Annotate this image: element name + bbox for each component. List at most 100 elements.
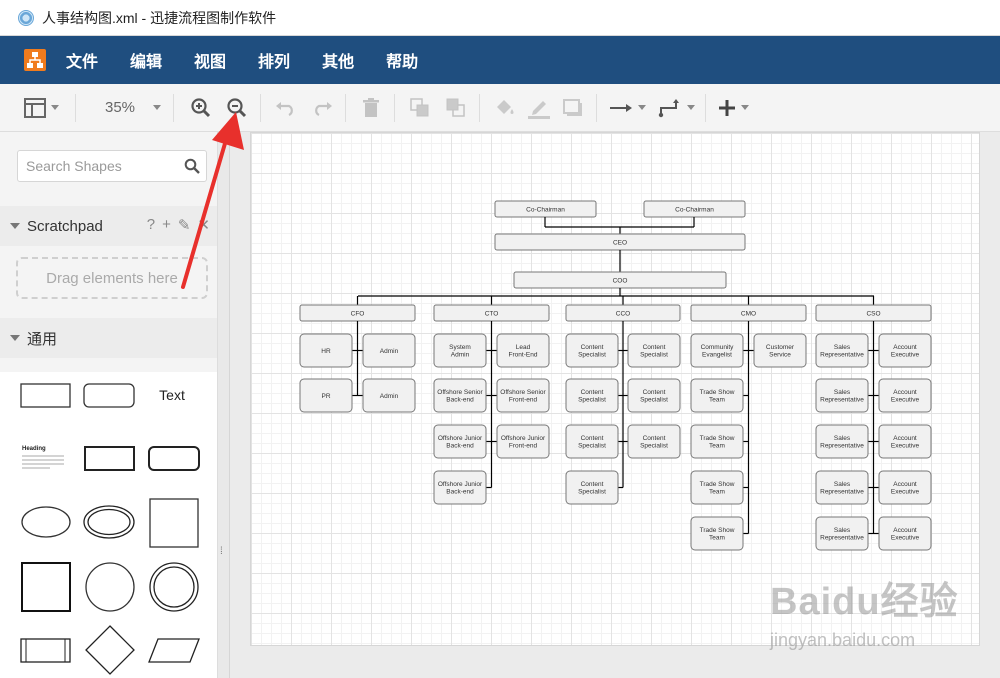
shape-rectangle[interactable] (20, 383, 71, 408)
undo-button[interactable] (273, 94, 299, 122)
shape-bold-rectangle[interactable] (84, 446, 135, 471)
general-section-header[interactable]: 通用 (0, 318, 217, 358)
role-node[interactable]: HR (299, 333, 353, 368)
add-icon[interactable]: + (162, 216, 171, 234)
dept-node-cto[interactable]: CTO (433, 304, 550, 322)
role-node[interactable]: Admin (362, 378, 416, 413)
shape-rounded-rectangle[interactable] (83, 383, 135, 408)
shadow-button[interactable] (560, 94, 586, 122)
role-node[interactable]: Trade Show Team (690, 378, 744, 413)
layout-panel-icon (24, 97, 46, 118)
toolbar-divider (596, 93, 597, 122)
role-node[interactable]: Content Specialist (565, 333, 619, 368)
to-front-button[interactable] (407, 94, 433, 122)
shape-ellipse[interactable] (21, 506, 71, 538)
role-node[interactable]: Sales Representative (815, 470, 869, 505)
zoom-out-button[interactable] (224, 94, 250, 122)
zoom-in-button[interactable] (188, 94, 214, 122)
to-back-button[interactable] (443, 94, 469, 122)
role-node[interactable]: Community Evangelist (690, 333, 744, 368)
role-node[interactable]: Offshore Junior Back-end (433, 470, 487, 505)
role-node[interactable]: Content Specialist (565, 470, 619, 505)
role-node[interactable]: Offshore Senior Back-end (433, 378, 487, 413)
role-node[interactable]: Content Specialist (565, 378, 619, 413)
shape-double-ellipse[interactable] (83, 505, 135, 539)
dept-node-cfo[interactable]: CFO (299, 304, 416, 322)
menu-edit[interactable]: 编辑 (130, 48, 162, 72)
insert-dropdown[interactable] (718, 94, 749, 122)
menu-arrange[interactable]: 排列 (258, 48, 290, 72)
role-node[interactable]: Trade Show Team (690, 516, 744, 551)
dept-node-cmo[interactable]: CMO (690, 304, 807, 322)
role-node[interactable]: Content Specialist (627, 333, 681, 368)
role-node[interactable]: Account Executive (878, 516, 932, 551)
menu-extras[interactable]: 其他 (322, 48, 354, 72)
format-panel-button[interactable] (24, 94, 59, 122)
shape-square[interactable] (149, 498, 199, 548)
role-node[interactable]: PR (299, 378, 353, 413)
role-node[interactable]: Trade Show Team (690, 424, 744, 459)
plus-icon (719, 99, 735, 116)
role-node[interactable]: Sales Representative (815, 333, 869, 368)
connection-style-dropdown[interactable] (609, 94, 646, 122)
coo-node[interactable]: COO (513, 271, 727, 289)
co-chairman-node-label: Co-Chairman (526, 206, 565, 213)
dept-node-cfo-label: CFO (351, 310, 365, 317)
role-node-label: Account Executive (891, 435, 920, 450)
scratchpad-header[interactable]: Scratchpad ? + ✎ ✕ (0, 206, 217, 246)
shape-parallelogram[interactable] (148, 638, 200, 663)
role-node[interactable]: Offshore Senior Front-end (496, 378, 550, 413)
role-node[interactable]: Content Specialist (627, 424, 681, 459)
dept-node-cto-label: CTO (485, 310, 499, 317)
help-icon[interactable]: ? (147, 216, 155, 234)
co-chairman-node[interactable]: Co-Chairman (494, 200, 597, 218)
shape-text[interactable]: Text (159, 387, 185, 403)
role-node[interactable]: System Admin (433, 333, 487, 368)
search-input[interactable] (18, 151, 178, 181)
role-node[interactable]: Account Executive (878, 378, 932, 413)
shape-circle[interactable] (85, 562, 135, 612)
close-icon[interactable]: ✕ (197, 216, 210, 234)
role-node[interactable]: Customer Service (753, 333, 807, 368)
shape-bold-rounded-rectangle[interactable] (148, 446, 200, 471)
co-chairman-node[interactable]: Co-Chairman (643, 200, 746, 218)
role-node[interactable]: Content Specialist (565, 424, 619, 459)
search-icon[interactable] (184, 158, 200, 179)
scratchpad-dropzone[interactable]: Drag elements here (16, 257, 208, 299)
role-node[interactable]: Sales Representative (815, 378, 869, 413)
role-node[interactable]: Content Specialist (627, 378, 681, 413)
role-node[interactable]: Trade Show Team (690, 470, 744, 505)
ceo-node[interactable]: CEO (494, 233, 746, 251)
menu-help[interactable]: 帮助 (386, 48, 418, 72)
role-node[interactable]: Offshore Junior Back-end (433, 424, 487, 459)
shape-diamond[interactable] (85, 625, 135, 675)
role-node[interactable]: Admin (362, 333, 416, 368)
menu-file[interactable]: 文件 (66, 48, 98, 72)
role-node[interactable]: Lead Front-End (496, 333, 550, 368)
fill-color-button[interactable] (492, 94, 518, 122)
redo-button[interactable] (309, 94, 335, 122)
delete-button[interactable] (358, 94, 384, 122)
role-node[interactable]: Offshore Junior Front-end (496, 424, 550, 459)
shape-heading-textbox[interactable]: Heading (22, 446, 64, 469)
waypoints-dropdown[interactable] (658, 94, 695, 122)
dept-node-cco[interactable]: CCO (565, 304, 681, 322)
toolbar-divider (173, 93, 174, 122)
role-node[interactable]: Account Executive (878, 424, 932, 459)
canvas-page[interactable]: Co-Chairman Co-Chairman CEO COO CFO HR PR Admin… (250, 132, 980, 646)
edit-icon[interactable]: ✎ (178, 216, 191, 234)
shape-double-circle[interactable] (149, 562, 199, 612)
role-node[interactable]: Account Executive (878, 470, 932, 505)
sidebar-splitter[interactable]: ⁞ (218, 132, 230, 678)
role-node[interactable]: Account Executive (878, 333, 932, 368)
role-node[interactable]: Sales Representative (815, 516, 869, 551)
line-color-button[interactable] (526, 94, 552, 122)
menu-view[interactable]: 视图 (194, 48, 226, 72)
redo-icon (315, 101, 332, 116)
dept-node-cso[interactable]: CSO (815, 304, 932, 322)
zoom-dropdown[interactable]: 35% (92, 94, 161, 122)
send-to-back-icon (446, 98, 465, 117)
shape-process[interactable] (20, 638, 71, 663)
role-node[interactable]: Sales Representative (815, 424, 869, 459)
shape-bold-square[interactable] (21, 562, 71, 612)
